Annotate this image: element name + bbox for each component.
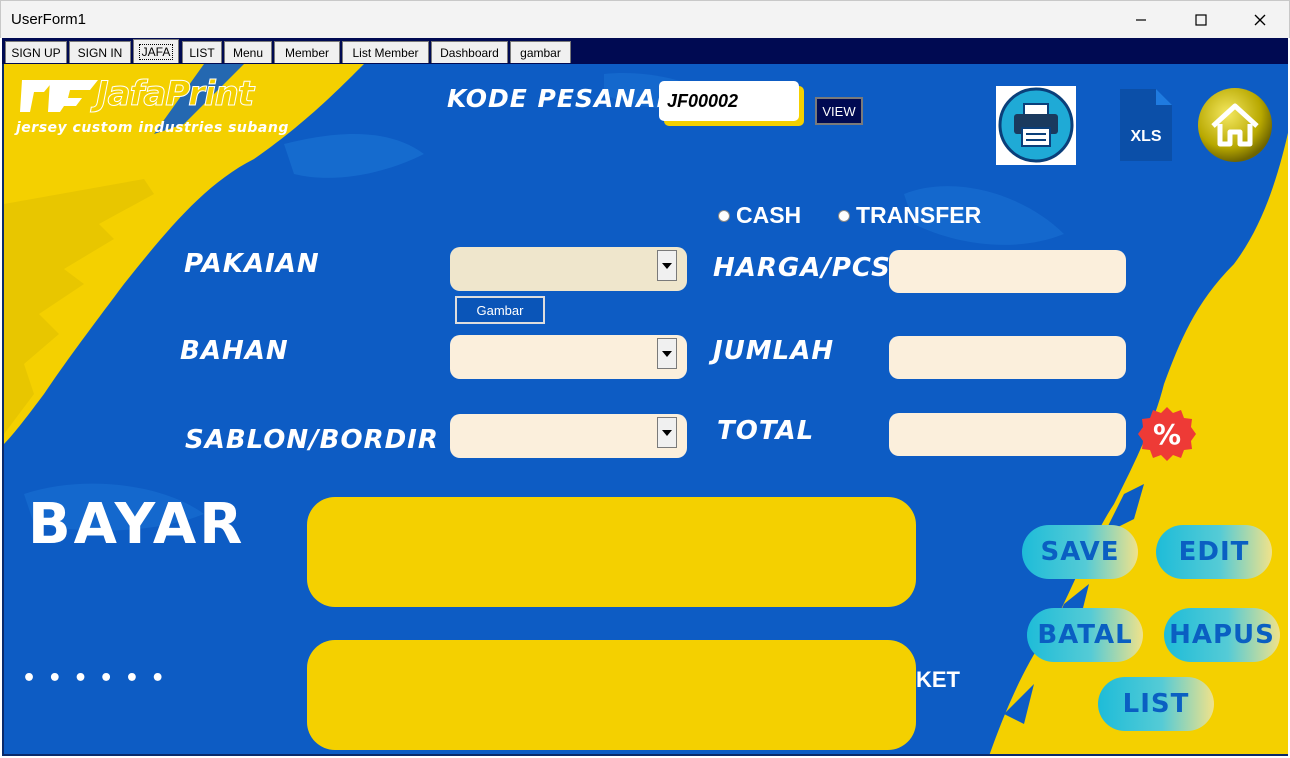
kode-pesanan-label: KODE PESANAN [447, 84, 679, 113]
discount-button[interactable]: % [1138, 405, 1196, 463]
bayar-label: BAYAR [28, 492, 246, 557]
radio-dot-icon [718, 209, 730, 222]
tab-label: Menu [232, 45, 264, 60]
bahan-combobox[interactable] [450, 335, 687, 379]
discount-badge-icon: % [1138, 407, 1196, 461]
sablon-bordir-label: SABLON/BORDIR [185, 425, 439, 455]
tab-label: Member [284, 45, 329, 60]
tab-sign-up[interactable]: SIGN UP [5, 41, 67, 63]
home-icon [1198, 88, 1272, 162]
tab-label: gambar [520, 45, 561, 60]
tab-menu[interactable]: Menu [224, 41, 272, 63]
tab-dashboard[interactable]: Dashboard [431, 41, 508, 63]
radio-dot-icon [838, 209, 850, 222]
tab-member[interactable]: Member [274, 41, 340, 63]
window-titlebar: UserForm1 [0, 0, 1290, 38]
bahan-dropdown-button[interactable] [657, 338, 677, 369]
chevron-down-icon [662, 262, 672, 269]
jafa-form: JafaPrint jersey custom industries suban… [2, 64, 1288, 756]
export-xls-button[interactable]: XLS [1116, 87, 1174, 163]
tab-list-member[interactable]: List Member [342, 41, 429, 63]
sablon-bordir-combobox[interactable] [450, 414, 687, 458]
pakaian-dropdown-button[interactable] [657, 250, 677, 281]
discount-symbol: % [1153, 418, 1181, 451]
total-label: TOTAL [717, 416, 815, 446]
printer-icon [998, 87, 1074, 163]
total-input[interactable] [889, 413, 1126, 456]
pakaian-combobox[interactable] [450, 247, 687, 291]
tab-label: Dashboard [440, 45, 499, 60]
home-button[interactable] [1196, 86, 1274, 164]
view-button[interactable]: VIEW [815, 97, 863, 125]
xls-icon: XLS [1120, 89, 1172, 161]
print-button[interactable] [996, 86, 1076, 165]
radio-transfer[interactable]: TRANSFER [838, 202, 981, 229]
maximize-icon [1195, 14, 1207, 26]
radio-cash[interactable]: CASH [718, 202, 801, 229]
tab-sign-in[interactable]: SIGN IN [69, 41, 131, 63]
window-title: UserForm1 [11, 11, 87, 28]
tab-list[interactable]: LIST [182, 41, 222, 63]
tab-label: SIGN UP [11, 45, 61, 60]
tab-jafa[interactable]: JAFA [133, 39, 179, 63]
close-button[interactable] [1230, 1, 1290, 39]
tab-label: SIGN IN [77, 45, 123, 60]
maximize-button[interactable] [1171, 1, 1231, 39]
close-icon [1254, 14, 1266, 26]
minimize-icon [1136, 19, 1146, 21]
ket-label: KET [916, 667, 960, 692]
hapus-button[interactable]: HAPUS [1164, 608, 1280, 662]
chevron-down-icon [662, 429, 672, 436]
tab-label: JAFA [138, 43, 174, 60]
tab-label: LIST [189, 45, 215, 60]
list-button[interactable]: LIST [1098, 677, 1214, 731]
ket-input[interactable] [307, 640, 916, 750]
sablon-dropdown-button[interactable] [657, 417, 677, 448]
tab-gambar[interactable]: gambar [510, 41, 571, 63]
kode-pesanan-input[interactable]: JF00002 [659, 81, 799, 121]
edit-button[interactable]: EDIT [1156, 525, 1272, 579]
logo-tagline: jersey custom industries subang [16, 120, 289, 136]
tab-label: List Member [352, 45, 419, 60]
minimize-button[interactable] [1111, 1, 1171, 39]
harga-pcs-input[interactable] [889, 250, 1126, 293]
jumlah-label: JUMLAH [713, 336, 835, 366]
harga-pcs-label: HARGA/PCS [713, 253, 891, 283]
radio-cash-label: CASH [736, 202, 802, 228]
logo-wordmark: JafaPrint [95, 74, 254, 115]
save-button[interactable]: SAVE [1022, 525, 1138, 579]
jumlah-input[interactable] [889, 336, 1126, 379]
chevron-down-icon [662, 350, 672, 357]
pakaian-label: PAKAIAN [184, 249, 320, 279]
bayar-input[interactable] [307, 497, 916, 607]
batal-button[interactable]: BATAL [1027, 608, 1143, 662]
gambar-button[interactable]: Gambar [455, 296, 545, 324]
tab-strip: SIGN UP SIGN IN JAFA LIST Menu Member Li… [2, 38, 1288, 64]
jafaprint-logo-icon [20, 80, 98, 112]
bahan-label: BAHAN [180, 336, 289, 366]
xls-label: XLS [1130, 128, 1161, 145]
dots-label: • • • • • • [22, 666, 167, 691]
radio-transfer-label: TRANSFER [856, 202, 982, 228]
